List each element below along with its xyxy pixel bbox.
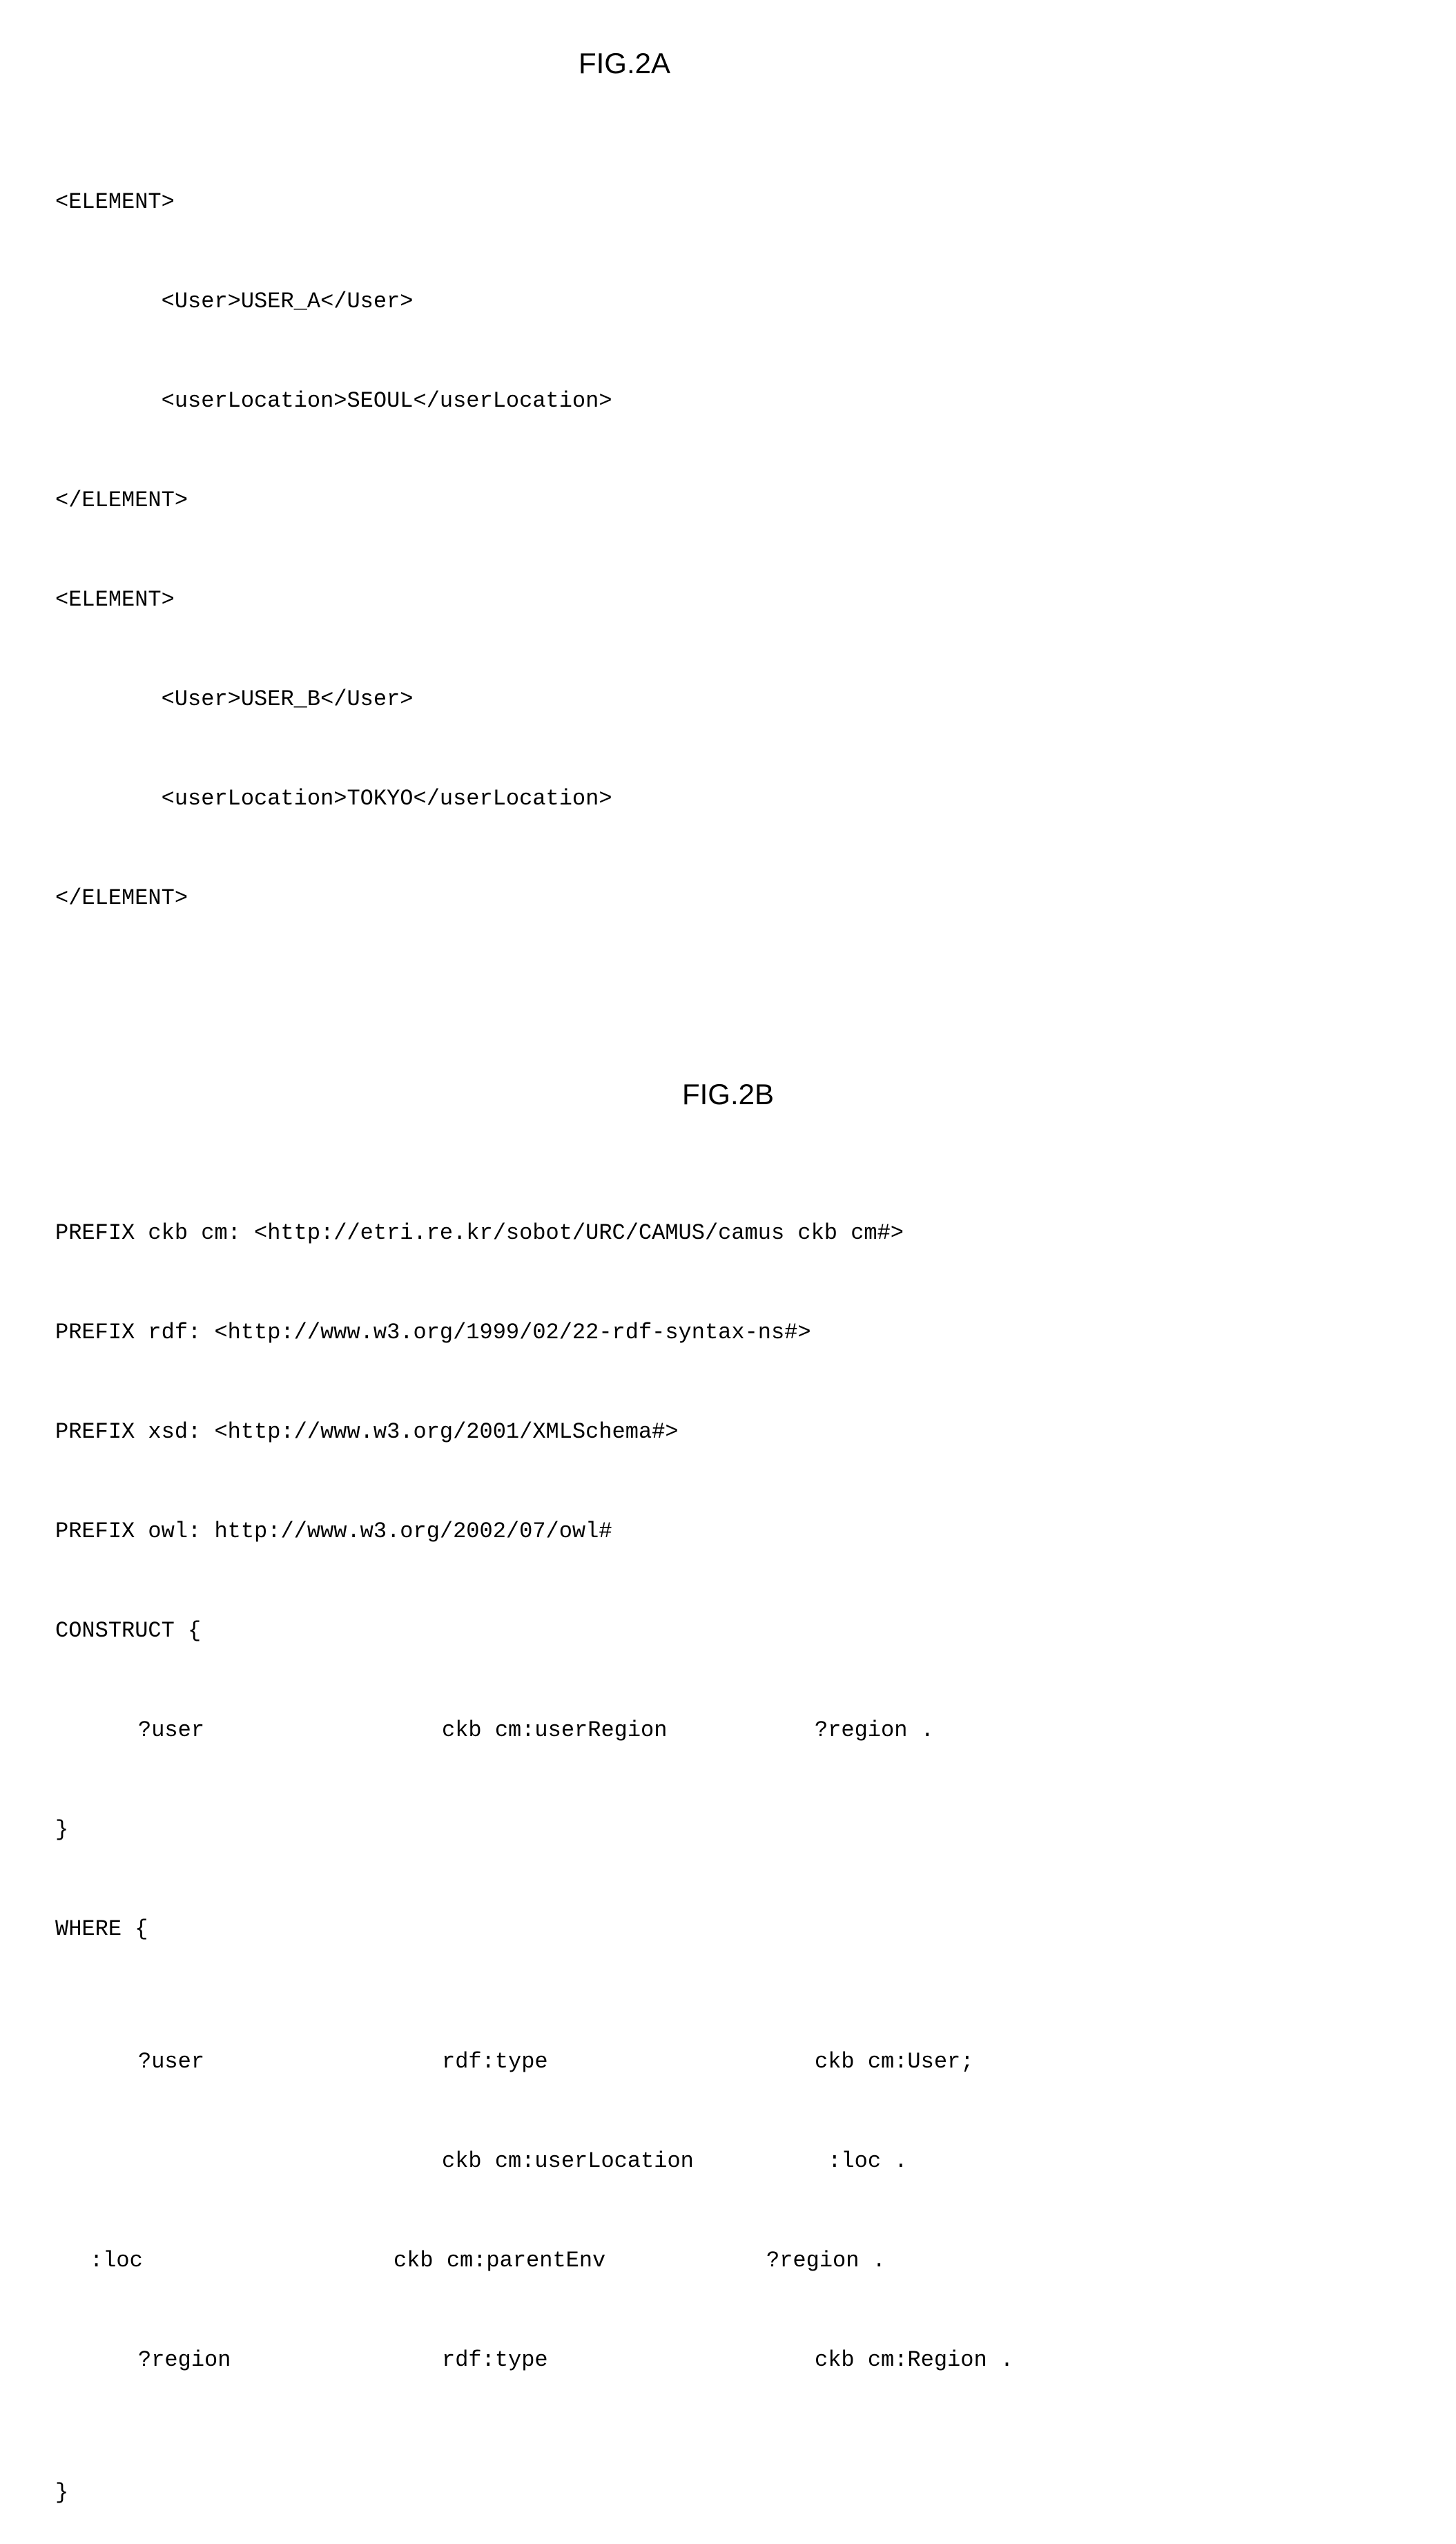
code-col: ckb cm:User; — [815, 2045, 1401, 2079]
code-col: rdf:type — [442, 2045, 815, 2079]
code-line: PREFIX rdf: <http://www.w3.org/1999/02/2… — [55, 1316, 1401, 1349]
figure-2a-title: FIG.2A — [0, 41, 1401, 85]
code-line: </ELEMENT> — [55, 484, 1401, 517]
code-col: ckb cm:parentEnv — [394, 2244, 766, 2277]
code-line: <ELEMENT> — [55, 186, 1401, 219]
code-col: ckb cm:userRegion — [442, 1714, 815, 1747]
code-row: ?user ckb cm:userRegion ?region . — [55, 1714, 1401, 1747]
code-line: PREFIX ckb cm: <http://etri.re.kr/sobot/… — [55, 1217, 1401, 1250]
code-line: CONSTRUCT { — [55, 1615, 1401, 1648]
code-col: :loc . — [815, 2145, 1401, 2178]
code-line: <ELEMENT> — [55, 584, 1401, 617]
code-col: ?user — [55, 1714, 442, 1747]
figure-2b-code: PREFIX ckb cm: <http://etri.re.kr/sobot/… — [55, 1150, 1401, 2543]
code-col: ?region . — [815, 1714, 1401, 1747]
code-col: ?region — [55, 2344, 442, 2377]
code-line: <User>USER_A</User> — [55, 285, 1401, 318]
code-row: ?user rdf:type ckb cm:User; — [55, 2045, 1401, 2079]
code-line: <User>USER_B</User> — [55, 683, 1401, 716]
code-line: } — [55, 2476, 1401, 2509]
code-line: } — [55, 1813, 1401, 1847]
figure-2a-code: <ELEMENT> <User>USER_A</User> <userLocat… — [55, 119, 1401, 948]
code-col: ?user — [55, 2045, 442, 2079]
code-line: PREFIX xsd: <http://www.w3.org/2001/XMLS… — [55, 1416, 1401, 1449]
figure-2b-title: FIG.2B — [55, 1072, 1401, 1116]
code-col: ?region . — [766, 2244, 1401, 2277]
code-line: <userLocation>SEOUL</userLocation> — [55, 385, 1401, 418]
code-col — [55, 2145, 442, 2178]
code-line: <userLocation>TOKYO</userLocation> — [55, 782, 1401, 816]
code-line: </ELEMENT> — [55, 882, 1401, 915]
code-col: :loc — [55, 2244, 394, 2277]
code-line: WHERE { — [55, 1913, 1401, 1946]
code-col: ckb cm:userLocation — [442, 2145, 815, 2178]
code-col: ckb cm:Region . — [815, 2344, 1401, 2377]
code-col: rdf:type — [442, 2344, 815, 2377]
code-line: PREFIX owl: http://www.w3.org/2002/07/ow… — [55, 1515, 1401, 1548]
code-row: ?region rdf:type ckb cm:Region . — [55, 2344, 1401, 2377]
code-row: ckb cm:userLocation :loc . — [55, 2145, 1401, 2178]
code-row: :loc ckb cm:parentEnv ?region . — [55, 2244, 1401, 2277]
